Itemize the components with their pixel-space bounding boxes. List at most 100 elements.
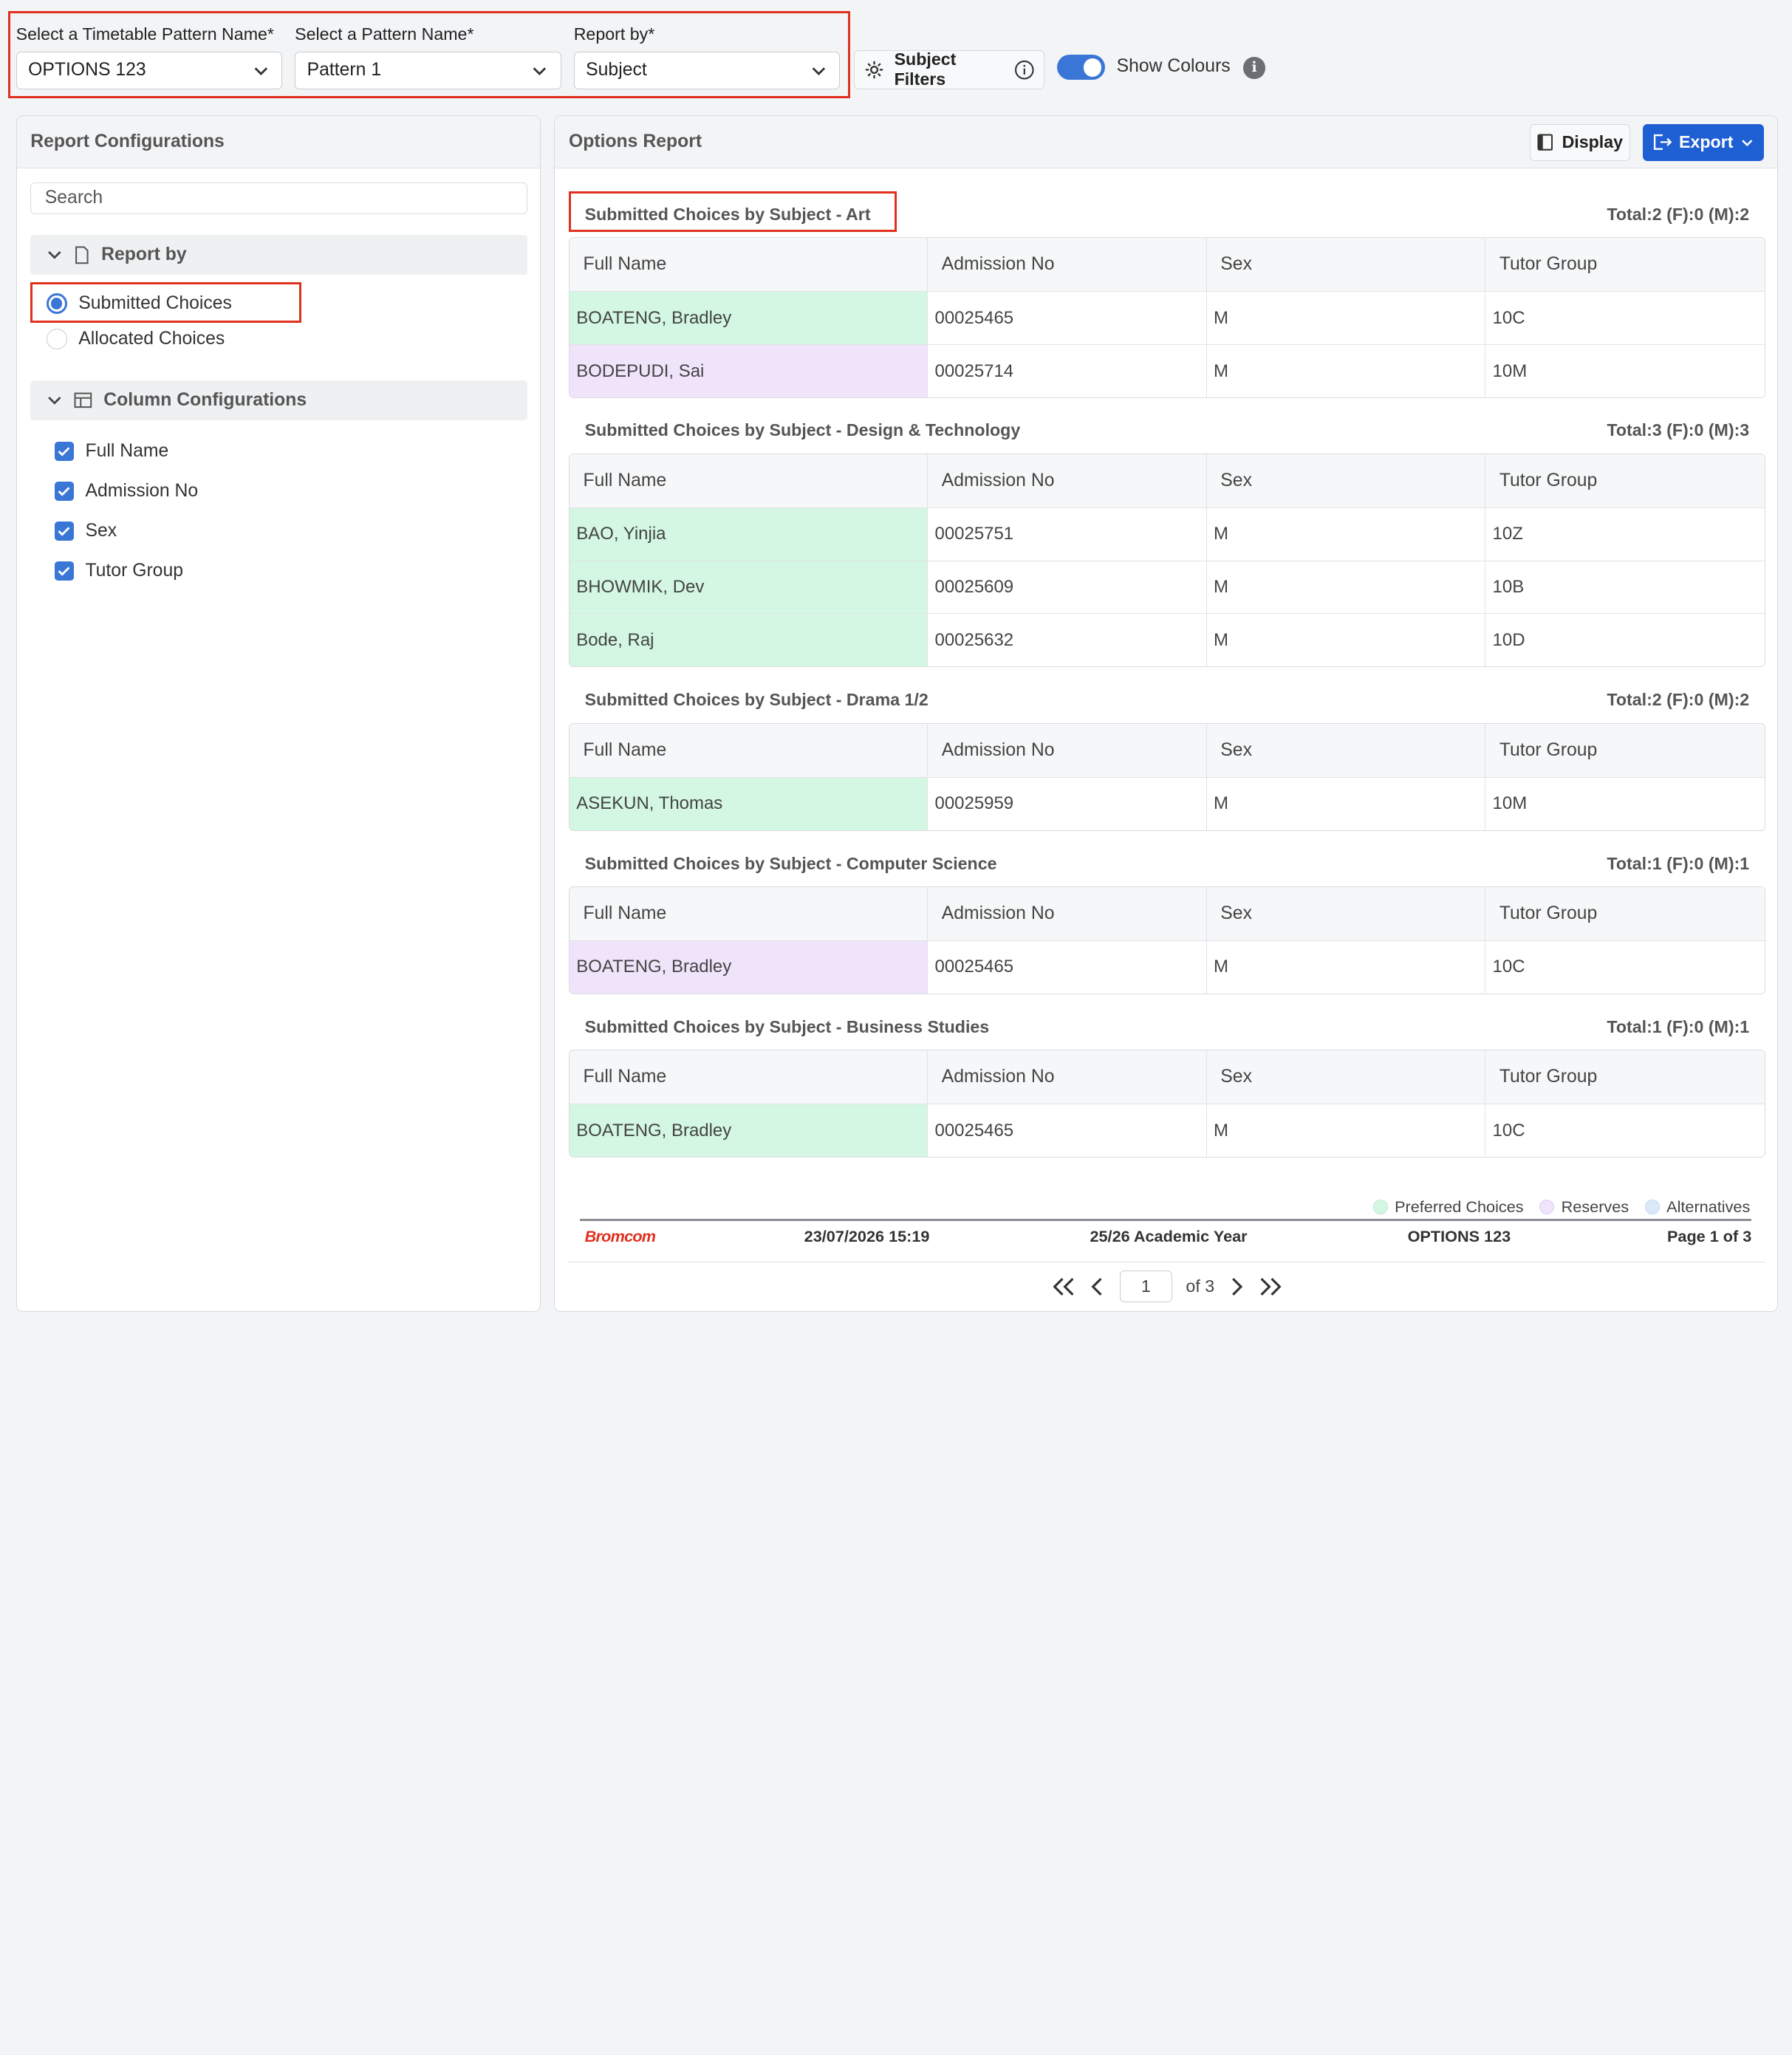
column-header[interactable]: Sex — [1206, 238, 1485, 292]
column-header[interactable]: Sex — [1206, 454, 1485, 507]
table-cell: BAO, Yinjia — [569, 507, 928, 561]
table-cell: 10C — [1485, 292, 1765, 345]
report-by-select[interactable]: Subject — [573, 51, 841, 89]
footer-datetime: 23/07/2026 15:19 — [804, 1226, 930, 1245]
pagination: 1 of 3 — [555, 1270, 1777, 1303]
table-cell: BODEPUDI, Sai — [569, 345, 928, 398]
table-cell: 00025465 — [927, 1104, 1206, 1158]
column-header[interactable]: Tutor Group — [1485, 1050, 1765, 1104]
report-configurations-panel: Report Configurations Search Report by S… — [16, 115, 541, 1313]
column-header[interactable]: Full Name — [570, 454, 927, 507]
radio-button[interactable] — [46, 329, 67, 349]
divider — [568, 1261, 1765, 1263]
table-row[interactable]: BODEPUDI, Sai 00025714 M 10M — [569, 344, 1765, 398]
timetable-pattern-select[interactable]: OPTIONS 123 — [16, 51, 283, 89]
table-row[interactable]: BHOWMIK, Dev 00025609 M 10B — [569, 560, 1765, 614]
column-header[interactable]: Tutor Group — [1485, 887, 1765, 940]
checkbox-admission-no[interactable]: Admission No — [54, 481, 198, 502]
table-row[interactable]: BOATENG, Bradley 00025465 M 10C — [569, 1104, 1765, 1158]
table-row[interactable]: Bode, Raj 00025632 M 10D — [569, 613, 1765, 667]
table-cell: M — [1206, 292, 1485, 345]
column-header[interactable]: Full Name — [570, 724, 927, 777]
checkbox-sex[interactable]: Sex — [54, 521, 117, 541]
table-cell: 00025751 — [927, 507, 1206, 561]
table-row[interactable]: BOATENG, Bradley 00025465 M 10C — [569, 291, 1765, 345]
table-cell: M — [1206, 1104, 1485, 1158]
table-cell: M — [1206, 345, 1485, 398]
table-cell: M — [1206, 614, 1485, 667]
pattern-name-select[interactable]: Pattern 1 — [295, 51, 561, 89]
checkbox-tutor-group[interactable]: Tutor Group — [54, 561, 183, 581]
show-colours-toggle[interactable] — [1057, 55, 1106, 81]
radio-label: Submitted Choices — [78, 293, 232, 314]
column-header[interactable]: Tutor Group — [1485, 454, 1765, 507]
report-configurations-title: Report Configurations — [16, 116, 540, 169]
students-table: Full Name Admission No Sex Tutor Group BOATE… — [568, 237, 1765, 399]
checkbox-full-name[interactable]: Full Name — [54, 440, 169, 462]
column-header[interactable]: Admission No — [927, 238, 1206, 292]
info-icon[interactable] — [1014, 59, 1035, 81]
checkbox-checked-icon[interactable] — [54, 481, 74, 501]
column-header[interactable]: Sex — [1206, 723, 1485, 777]
show-colours-label: Show Colours — [1116, 55, 1231, 76]
report-footer: Bromcom 23/07/2026 15:19 25/26 Academic … — [580, 1223, 1752, 1250]
column-header[interactable]: Admission No — [927, 454, 1206, 507]
column-header[interactable]: Admission No — [927, 1050, 1206, 1104]
legend-label: Preferred Choices — [1395, 1197, 1524, 1216]
column-header[interactable]: Admission No — [927, 887, 1206, 940]
column-configurations-header[interactable]: Column Configurations — [30, 380, 528, 420]
checkbox-checked-icon[interactable] — [54, 441, 74, 461]
next-page-icon[interactable] — [1228, 1276, 1245, 1297]
display-label: Display — [1562, 132, 1624, 152]
checkbox-checked-icon[interactable] — [54, 521, 74, 541]
group-total: Total:1 (F):0 (M):1 — [1607, 853, 1750, 873]
legend-label: Reserves — [1561, 1197, 1629, 1216]
search-input[interactable]: Search — [30, 182, 528, 215]
column-header[interactable]: Admission No — [927, 723, 1206, 777]
color-legend: Preferred Choices Reserves Alternatives — [1372, 1197, 1750, 1217]
report-by-value: Subject — [586, 60, 647, 81]
previous-page-icon[interactable] — [1090, 1276, 1106, 1297]
export-icon — [1654, 134, 1672, 151]
table-row[interactable]: BOATENG, Bradley 00025465 M 10C — [569, 940, 1765, 994]
first-page-icon[interactable] — [1051, 1276, 1076, 1297]
report-group: Submitted Choices by Subject - Computer … — [568, 841, 1765, 994]
column-header[interactable]: Sex — [1206, 887, 1485, 940]
group-header: Submitted Choices by Subject - Drama 1/2… — [569, 677, 1765, 723]
group-title: Submitted Choices by Subject - Design & … — [584, 420, 1021, 440]
column-header[interactable]: Tutor Group — [1485, 723, 1765, 777]
table-cell: BOATENG, Bradley — [569, 941, 928, 994]
checkbox-label: Full Name — [85, 440, 169, 461]
group-total: Total:2 (F):0 (M):2 — [1607, 690, 1750, 710]
options-report-panel: Options Report Display Export Submitted … — [554, 115, 1779, 1313]
timetable-pattern-field: Select a Timetable Pattern Name* OPTIONS… — [16, 23, 283, 89]
column-header[interactable]: Full Name — [570, 1050, 927, 1104]
radio-submitted-choices[interactable]: Submitted Choices — [46, 293, 232, 314]
info-icon[interactable]: i — [1243, 57, 1265, 79]
table-icon — [74, 392, 92, 408]
table-cell: 00025632 — [927, 614, 1206, 667]
table-row[interactable]: BAO, Yinjia 00025751 M 10Z — [569, 507, 1765, 561]
students-table: Full Name Admission No Sex Tutor Group BOATE… — [568, 886, 1765, 994]
group-total: Total:2 (F):0 (M):2 — [1607, 204, 1750, 224]
page-number-input[interactable]: 1 — [1119, 1270, 1172, 1303]
column-header[interactable]: Sex — [1206, 1050, 1485, 1104]
display-button[interactable]: Display — [1529, 124, 1630, 161]
column-header[interactable]: Full Name — [570, 887, 927, 940]
report-by-field: Report by* Subject — [573, 23, 841, 89]
subject-filters-button[interactable]: Subject Filters — [853, 49, 1045, 89]
students-table: Full Name Admission No Sex Tutor Group BAO, … — [568, 453, 1765, 668]
radio-label: Allocated Choices — [78, 329, 225, 349]
table-row[interactable]: ASEKUN, Thomas 00025959 M 10M — [569, 776, 1765, 830]
radio-button[interactable] — [46, 293, 67, 314]
last-page-icon[interactable] — [1258, 1276, 1283, 1297]
column-header[interactable]: Full Name — [570, 238, 927, 291]
group-title: Submitted Choices by Subject - Art — [584, 204, 871, 224]
export-button[interactable]: Export — [1642, 124, 1764, 161]
report-by-section-header[interactable]: Report by — [30, 235, 528, 276]
radio-allocated-choices[interactable]: Allocated Choices — [46, 329, 225, 349]
filter-bar: Select a Timetable Pattern Name* OPTIONS… — [0, 0, 1792, 105]
table-header-row: Full Name Admission No Sex Tutor Group — [569, 454, 1765, 507]
column-header[interactable]: Tutor Group — [1485, 238, 1765, 292]
checkbox-checked-icon[interactable] — [54, 561, 74, 581]
